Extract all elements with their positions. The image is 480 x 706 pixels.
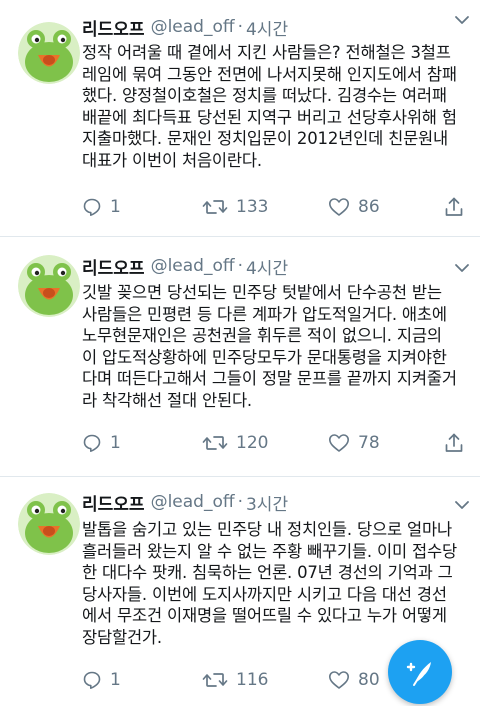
compose-feather-icon <box>406 662 431 686</box>
tweet-text-line: 사람들은 민평련 등 다른 계파가 압도적일거다. 애초에 <box>82 304 447 324</box>
tweet-text-line: 흘러들러 왔는지 알 수 없는 주황 빼꾸기들. 이미 접수당 <box>82 541 457 561</box>
tweet-text: 발톱을 숨기고 있는 민주당 내 정치인들. 당으로 얼마나 흘러들러 왔는지 … <box>82 519 467 648</box>
reply-icon <box>83 671 101 689</box>
user-name[interactable]: 리드오프 <box>82 15 145 40</box>
avatar[interactable] <box>18 493 80 555</box>
reply-count: 1 <box>110 197 121 217</box>
like-count: 86 <box>358 197 380 217</box>
retweet-icon <box>202 200 228 214</box>
avatar[interactable] <box>18 255 80 317</box>
tweet-text-line: 정작 어려울 때 곁에서 지킨 사람들은? 전해철은 3철프 <box>82 43 451 62</box>
reply-button[interactable]: 1 <box>82 194 121 220</box>
retweet-button[interactable]: 116 <box>202 667 268 693</box>
retweet-button[interactable]: 120 <box>202 430 268 456</box>
tweet-header: 리드오프 @lead_off · 4시간 <box>82 253 466 279</box>
tweet-text-line: 당사자들. 이번에 도지사까지만 시키고 다음 대선 경선 <box>82 584 447 604</box>
heart-icon <box>329 671 349 689</box>
tweet-text-line: 발톱을 숨기고 있는 민주당 내 정치인들. 당으로 얼마나 <box>82 520 452 539</box>
tweet-text-line: 라 착각해선 절대 안된다. <box>82 390 252 410</box>
tweet-header: 리드오프 @lead_off · 3시간 <box>82 489 466 515</box>
frog-avatar-icon <box>18 22 80 84</box>
chevron-down-icon[interactable] <box>454 14 470 26</box>
like-count: 78 <box>358 433 380 453</box>
user-handle[interactable]: @lead_off <box>151 256 235 276</box>
tweet-text-line: 했다. 양정철이호철은 정치를 떠났다. 김경수는 여러패 <box>82 86 447 105</box>
tweet-text-line: 지출마했다. 문재인 정치입문이 2012년인데 친문원내 <box>82 129 449 148</box>
like-count: 80 <box>358 670 380 690</box>
tweet-actions: 1 133 86 <box>82 194 468 220</box>
heart-icon <box>329 434 349 452</box>
timestamp[interactable]: 4시간 <box>246 254 288 279</box>
share-icon <box>445 433 463 452</box>
like-button[interactable]: 86 <box>328 194 380 220</box>
frog-avatar-icon <box>18 493 80 555</box>
share-button[interactable] <box>444 430 472 456</box>
tweet-text-line: 에서 무조건 이재명을 떨어뜨릴 수 있다고 누가 어떻게 <box>82 606 447 625</box>
retweet-count: 120 <box>236 433 269 453</box>
tweet-text: 정작 어려울 때 곁에서 지킨 사람들은? 전해철은 3철프 레임에 묶여 그동… <box>82 42 467 171</box>
share-icon <box>445 197 463 216</box>
user-handle[interactable]: @lead_off <box>151 17 235 37</box>
tweet-header: 리드오프 @lead_off · 4시간 <box>82 14 466 40</box>
avatar[interactable] <box>18 22 80 84</box>
retweet-count: 133 <box>236 197 269 217</box>
reply-count: 1 <box>110 433 121 453</box>
tweet-text-line: 배끝에 최다득표 당선된 지역구 버리고 선당후사위해 험 <box>82 107 457 127</box>
tweet-text-line: 한 대다수 팟캐. 침묵하는 언론. 07년 경선의 기억과 그 <box>82 563 453 582</box>
separator-dot: · <box>237 17 243 37</box>
user-name[interactable]: 리드오프 <box>82 490 145 515</box>
retweet-icon <box>202 436 228 450</box>
timestamp[interactable]: 4시간 <box>246 15 288 40</box>
user-name[interactable]: 리드오프 <box>82 254 145 279</box>
tweet-text-line: 이 압도적상황하에 민주당모두가 문대통령을 지켜야한 <box>82 347 447 367</box>
tweet-text-line: 깃발 꽂으면 당선되는 민주당 텃밭에서 단수공천 받는 <box>82 283 442 302</box>
tweet-text-line: 다며 떠든다고해서 그들이 정말 문프를 끝까지 지켜줄거 <box>82 369 457 388</box>
tweet-text-line: 노무현문재인은 공천권을 휘두른 적이 없으니. 지금의 <box>82 326 442 345</box>
user-handle[interactable]: @lead_off <box>151 492 235 512</box>
reply-icon <box>83 434 101 452</box>
reply-count: 1 <box>110 670 121 690</box>
reply-button[interactable]: 1 <box>82 430 121 456</box>
tweet-text-line: 대표가 이번이 처음이란다. <box>82 150 262 170</box>
reply-button[interactable]: 1 <box>82 667 121 693</box>
frog-avatar-icon <box>18 255 80 317</box>
tweet-text: 깃발 꽂으면 당선되는 민주당 텃밭에서 단수공천 받는 사람들은 민평련 등 … <box>82 282 467 411</box>
tweet-text-line: 레임에 묶여 그동안 전면에 나서지못해 인지도에서 참패 <box>82 64 457 84</box>
tweet[interactable]: 리드오프 @lead_off · 4시간 깃발 꽂으면 당선되는 민주당 텃밭에… <box>0 237 480 477</box>
like-button[interactable]: 78 <box>328 430 380 456</box>
separator-dot: · <box>237 256 243 276</box>
timestamp[interactable]: 3시간 <box>246 490 288 515</box>
tweet-actions: 1 120 78 <box>82 430 468 456</box>
chevron-down-icon[interactable] <box>454 499 470 511</box>
retweet-button[interactable]: 133 <box>202 194 268 220</box>
tweet[interactable]: 리드오프 @lead_off · 4시간 정작 어려울 때 곁에서 지킨 사람들… <box>0 0 480 236</box>
reply-icon <box>83 198 101 216</box>
compose-tweet-button[interactable] <box>388 640 452 704</box>
chevron-down-icon[interactable] <box>454 262 470 274</box>
retweet-count: 116 <box>236 670 269 690</box>
retweet-icon <box>202 673 228 687</box>
separator-dot: · <box>237 492 243 512</box>
like-button[interactable]: 80 <box>328 667 380 693</box>
heart-icon <box>329 198 349 216</box>
share-button[interactable] <box>444 194 472 220</box>
